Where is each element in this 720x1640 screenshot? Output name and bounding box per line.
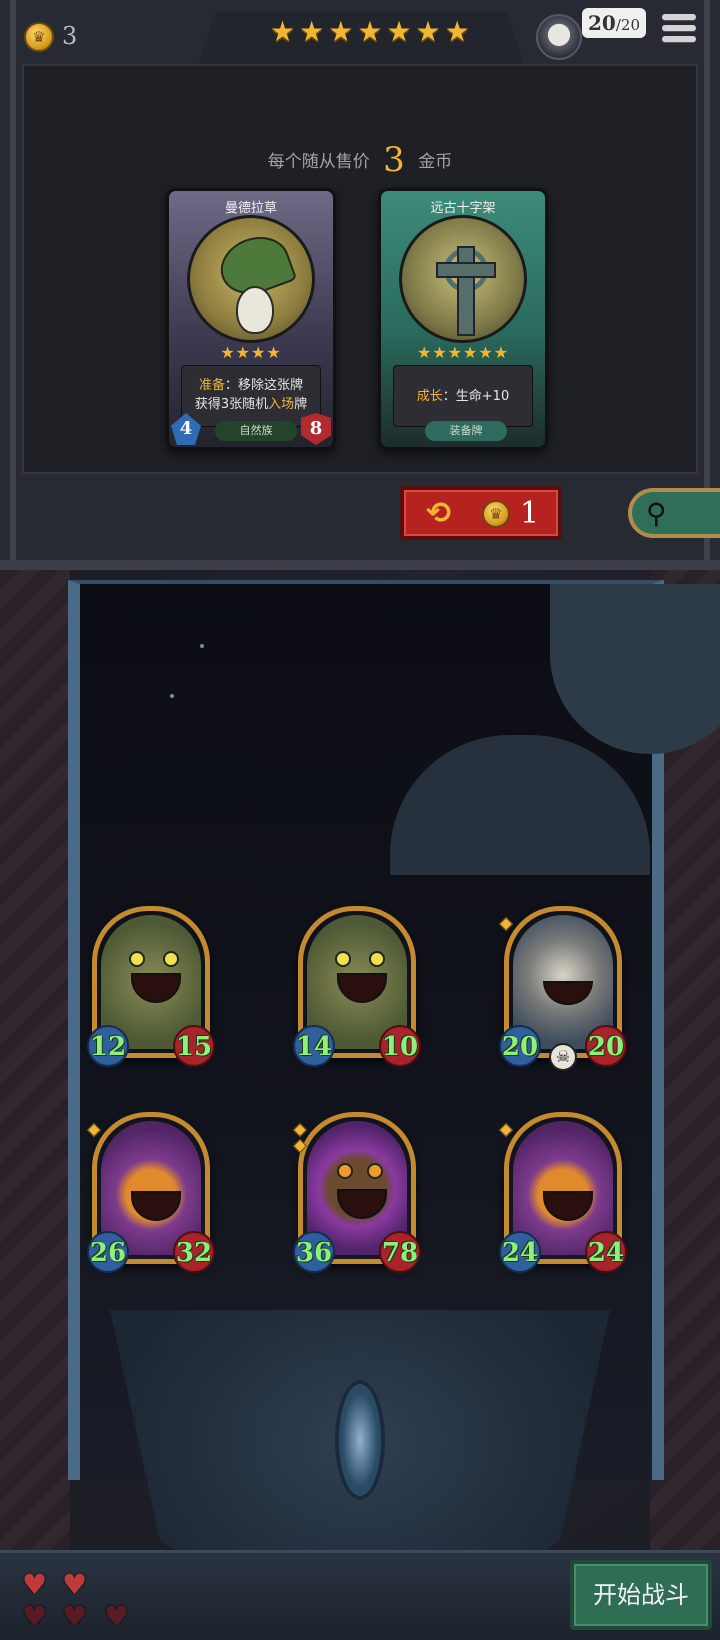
battle-board [0, 570, 720, 1640]
mandrake-art [187, 215, 315, 343]
tavern-tier-stars: ★ ★ ★ ★ ★ ★ ★ [270, 18, 470, 46]
card-stars: ★★★★ [220, 343, 282, 362]
card-health: 8 [301, 413, 331, 445]
sell-price-value: 3 [383, 140, 405, 180]
life-heart-icon: ♥ [62, 1568, 88, 1601]
cross-art [399, 215, 527, 343]
tier-star-icon: ★ [299, 15, 325, 48]
star-dot [200, 644, 204, 648]
minion-attack: 20 [499, 1025, 541, 1067]
card-text-rest: ：生命+10 [442, 389, 510, 404]
minion-attack: 36 [293, 1231, 335, 1273]
moon [550, 584, 720, 754]
gold-count: 3 [62, 22, 78, 50]
player-health-bubble: 20/20 [582, 8, 646, 38]
sell-price-notice: 每个随从售价 3 金币 [0, 140, 720, 180]
card-name: 远古十字架 [430, 201, 496, 216]
life-heart-icon: ♥ [62, 1600, 88, 1633]
deathrattle-skull-icon: ☠ [549, 1043, 577, 1071]
player-health: 20 [588, 11, 616, 35]
player-health-max: /20 [615, 16, 640, 34]
gold-coin-icon [24, 22, 54, 52]
start-battle-button[interactable]: 开始战斗 [570, 1560, 712, 1630]
card-effect-text: 成长：生命+10 [393, 365, 533, 427]
minion-health: 32 [173, 1231, 215, 1273]
minion-attack: 26 [87, 1231, 129, 1273]
hamburger-menu-icon[interactable] [662, 14, 696, 48]
card-text-line2a: 获得3张随机 [194, 397, 269, 412]
shop-card-ancient-cross[interactable]: 远古十字架 ★★★★★★ 成长：生命+10 装备牌 [378, 188, 548, 450]
tier-star-icon: ★ [270, 15, 296, 48]
tier-star-icon: ★ [386, 15, 412, 48]
refresh-cost: 1 [520, 496, 540, 531]
board-minion-2[interactable]: 14 10 [293, 906, 421, 1067]
minion-health: 10 [379, 1025, 421, 1067]
shop-panel: 3 ★★★★★★★ 20/20 每个随从售价 3 金币 曼德拉草 ★★★★ 准备… [0, 0, 720, 570]
refresh-shop-button[interactable]: ⟲ 1 [400, 486, 562, 540]
sell-price-suffix: 金币 [418, 152, 453, 172]
tier-star-icon: ★ [444, 15, 470, 48]
skull-eye-gem [335, 1380, 385, 1500]
minion-attack: 12 [87, 1025, 129, 1067]
card-effect-text: 准备：移除这张牌 获得3张随机入场牌 [181, 365, 321, 427]
card-stars: ★★★★★★ [416, 343, 510, 362]
top-bar: 3 ★★★★★★★ 20/20 [0, 0, 720, 70]
search-button[interactable]: ⚲ [628, 488, 720, 538]
tier-star-icon: ★ [328, 15, 354, 48]
keyword-grow: 成长 [416, 389, 443, 404]
shop-display-area [22, 64, 698, 474]
board-minion-6[interactable]: 24 24 [498, 1112, 627, 1273]
board-minion-4[interactable]: 26 32 [86, 1112, 215, 1273]
board-minion-1[interactable]: 12 15 [87, 906, 215, 1067]
life-heart-icon: ♥ [22, 1568, 48, 1601]
card-text-line2b: 牌 [294, 397, 308, 412]
card-tribe: 自然族 [215, 421, 297, 441]
board-wall-left [0, 570, 70, 1640]
life-heart-icon: ♥ [104, 1600, 130, 1633]
minion-health: 15 [173, 1025, 215, 1067]
star-dot [170, 694, 174, 698]
minion-health: 78 [379, 1231, 421, 1273]
player-avatar[interactable] [536, 14, 582, 60]
minion-health: 20 [585, 1025, 627, 1067]
gold-coin-icon [482, 500, 510, 528]
keyword-entry: 入场 [268, 397, 295, 412]
sell-price-prefix: 每个随从售价 [267, 152, 370, 172]
life-heart-icon: ♥ [22, 1600, 48, 1633]
card-name: 曼德拉草 [224, 201, 277, 216]
minion-health: 24 [585, 1231, 627, 1273]
minion-attack: 24 [499, 1231, 541, 1273]
minion-attack: 14 [293, 1025, 335, 1067]
tier-star-icon: ★ [415, 15, 441, 48]
refresh-icon: ⟲ [426, 496, 452, 531]
board-minion-3[interactable]: 20 ☠ 20 [498, 906, 627, 1071]
shop-card-mandrake[interactable]: 曼德拉草 ★★★★ 准备：移除这张牌 获得3张随机入场牌 4 自然族 8 [166, 188, 336, 450]
search-icon: ⚲ [646, 497, 667, 530]
card-type: 装备牌 [425, 421, 507, 441]
board-minion-5[interactable]: 36 78 [292, 1112, 421, 1273]
card-text-line1: ：移除这张牌 [225, 378, 304, 393]
keyword-prepare: 准备 [198, 378, 225, 393]
tier-star-icon: ★ [357, 15, 383, 48]
